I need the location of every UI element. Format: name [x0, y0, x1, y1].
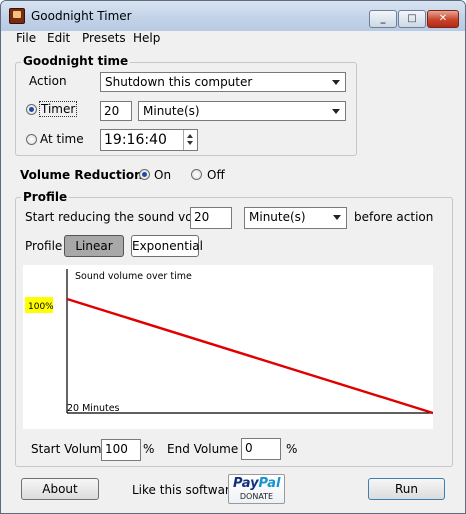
volume-off-label: Off: [207, 168, 225, 182]
close-icon: ✕: [438, 13, 448, 24]
spin-up-icon: [187, 134, 193, 138]
at-time-radio[interactable]: [26, 134, 37, 145]
run-button[interactable]: Run: [368, 478, 445, 500]
menu-help[interactable]: Help: [133, 31, 160, 45]
profile-label: Profile: [25, 239, 63, 253]
volume-off-radio[interactable]: [191, 169, 202, 180]
start-volume-label: Start Volume: [31, 442, 109, 456]
exponential-button[interactable]: Exponential: [131, 235, 203, 257]
menu-file[interactable]: File: [16, 31, 36, 45]
before-action-label: before action: [354, 210, 434, 224]
chevron-down-icon: [332, 109, 340, 114]
end-volume-field[interactable]: 0: [241, 438, 281, 460]
maximize-button[interactable]: □: [398, 10, 426, 28]
end-time-label: 20 Minutes: [67, 403, 120, 414]
timer-unit-value: Minute(s): [143, 104, 200, 118]
close-button[interactable]: ✕: [427, 10, 459, 28]
paypal-logo: PayPal: [233, 476, 280, 491]
volume-on-radio[interactable]: [139, 169, 150, 180]
paypal-logo-pay: Pay: [233, 476, 259, 491]
timer-radio[interactable]: [26, 104, 37, 115]
about-button[interactable]: About: [21, 478, 99, 500]
paypal-logo-pal: Pal: [258, 476, 281, 491]
chevron-down-icon: [333, 215, 341, 220]
volume-series-line: [66, 297, 434, 415]
start-volume-percent: %: [143, 442, 155, 456]
goodnight-time-title: Goodnight time: [21, 54, 131, 68]
linear-button[interactable]: Linear: [64, 235, 124, 257]
start-volume-field[interactable]: 100: [101, 439, 141, 461]
start-reducing-field[interactable]: 20: [190, 207, 232, 229]
volume-on-label: On: [154, 168, 172, 182]
action-label: Action: [29, 74, 67, 88]
start-volume-value: 100: [105, 442, 128, 456]
timer-unit-dropdown[interactable]: Minute(s): [138, 101, 346, 121]
menu-edit[interactable]: Edit: [47, 31, 70, 45]
end-volume-label: End Volume: [167, 442, 239, 456]
at-time-field[interactable]: 19:16:40: [100, 129, 198, 151]
volume-chart-svg: Sound volume over time 100% 20 Minutes: [25, 269, 434, 415]
volume-reduction-label: Volume Reduction: [20, 168, 143, 182]
end-volume-percent: %: [286, 442, 298, 456]
menu-presets[interactable]: Presets: [82, 31, 126, 45]
action-value: Shutdown this computer: [105, 75, 253, 89]
action-dropdown[interactable]: Shutdown this computer: [100, 72, 346, 92]
maximize-icon: □: [407, 13, 417, 24]
start-reducing-value: 20: [194, 210, 210, 224]
timer-value-field[interactable]: 20: [100, 101, 132, 121]
chevron-down-icon: [332, 80, 340, 85]
start-reducing-unit-value: Minute(s): [249, 210, 306, 224]
minimize-icon: _: [380, 13, 386, 24]
timer-value: 20: [104, 104, 120, 118]
profile-title: Profile: [21, 190, 70, 204]
menu-bar: File Edit Presets Help: [1, 31, 465, 47]
like-software-label: Like this software: [132, 483, 237, 497]
donate-label: DONATE: [239, 492, 274, 501]
time-spinner[interactable]: [183, 130, 197, 150]
chart-title: Sound volume over time: [75, 271, 192, 282]
at-time-label: At time: [40, 132, 84, 146]
minimize-button[interactable]: _: [369, 10, 397, 28]
at-time-value: 19:16:40: [104, 132, 167, 148]
timer-label: Timer: [38, 101, 78, 117]
volume-chart: Sound volume over time 100% 20 Minutes: [23, 265, 434, 429]
app-window: Goodnight Timer _ □ ✕ File Edit Presets …: [0, 0, 466, 514]
end-volume-value: 0: [245, 441, 253, 455]
window-title: Goodnight Timer: [31, 9, 132, 23]
start-reducing-label: Start reducing the sound volur: [25, 210, 209, 224]
paypal-donate-button[interactable]: PayPal DONATE: [228, 474, 285, 504]
app-icon: [9, 8, 25, 24]
start-level-label: 100%: [28, 302, 54, 312]
start-reducing-unit-dropdown[interactable]: Minute(s): [244, 207, 347, 229]
spin-down-icon: [187, 141, 193, 145]
title-bar: Goodnight Timer _ □ ✕: [1, 1, 465, 31]
